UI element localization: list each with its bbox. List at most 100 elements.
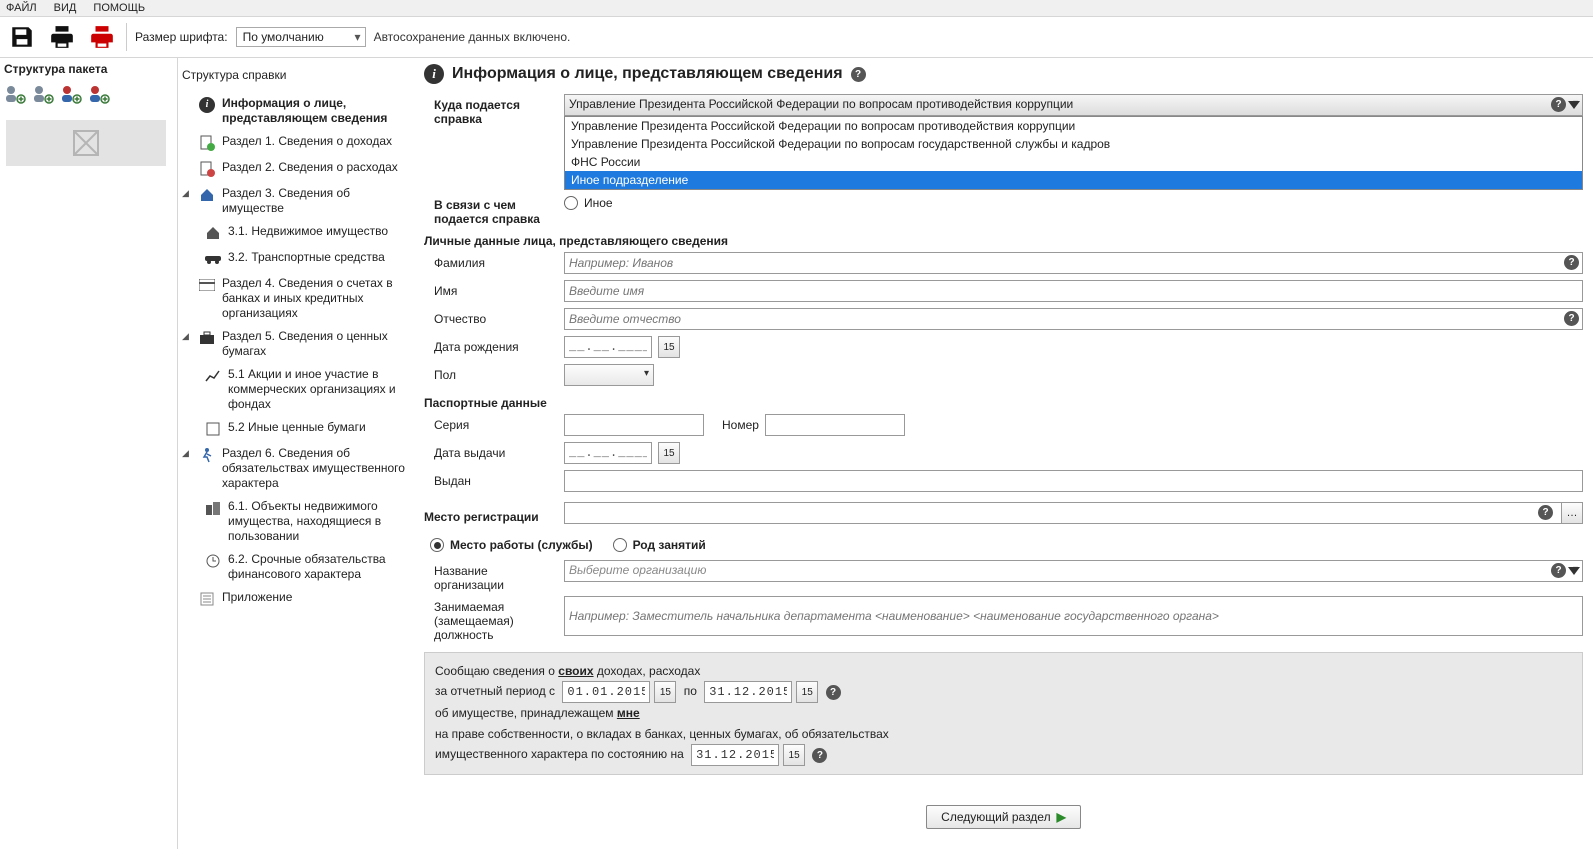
ellipsis-button[interactable]: …	[1561, 502, 1583, 524]
issue-date-label: Дата выдачи	[424, 442, 564, 460]
tree-section-3[interactable]: ◢ Раздел 3. Сведения об имуществе	[180, 182, 412, 220]
tree-section-1[interactable]: Раздел 1. Сведения о доходах	[180, 130, 412, 156]
print-color-icon[interactable]	[86, 21, 118, 53]
issued-by-input[interactable]	[564, 470, 1583, 492]
where-combo[interactable]: Управление Президента Российской Федерац…	[564, 94, 1583, 116]
where-option[interactable]: Иное подразделение	[565, 171, 1582, 189]
help-icon[interactable]: ?	[1551, 563, 1566, 578]
row-issue-date: Дата выдачи 15	[424, 442, 1583, 466]
person-icon[interactable]	[32, 84, 54, 104]
menubar: ФАЙЛ ВИД ПОМОЩЬ	[0, 0, 1593, 17]
tree-section-3-2[interactable]: 3.2. Транспортные средства	[202, 246, 412, 272]
gender-label: Пол	[424, 364, 564, 382]
main-form: i Информация о лице, представляющем свед…	[418, 58, 1593, 849]
tree-section-3-1[interactable]: 3.1. Недвижимое имущество	[202, 220, 412, 246]
tree-label: Раздел 4. Сведения о счетах в банках и и…	[222, 276, 410, 321]
tree-section-6[interactable]: ◢ Раздел 6. Сведения об обязательствах и…	[180, 442, 412, 495]
menu-file[interactable]: ФАЙЛ	[6, 2, 37, 14]
tree-section-5-2[interactable]: 5.2 Иные ценные бумаги	[202, 416, 412, 442]
help-icon[interactable]: ?	[1564, 311, 1579, 326]
birthdate-input[interactable]	[564, 336, 652, 358]
tree-section-5[interactable]: ◢ Раздел 5. Сведения о ценных бумагах	[180, 325, 412, 363]
where-option[interactable]: Управление Президента Российской Федерац…	[565, 117, 1582, 135]
tree-section-6-2[interactable]: 6.2. Срочные обязательства финансового х…	[202, 548, 412, 586]
scroll-icon	[204, 420, 222, 438]
asof-date-input[interactable]	[691, 744, 779, 766]
issue-date-input[interactable]	[564, 442, 652, 464]
calendar-icon[interactable]: 15	[654, 681, 676, 703]
doc-minus-icon	[198, 160, 216, 178]
person-icon[interactable]	[4, 84, 26, 104]
form-tree-header: Структура справки	[180, 64, 412, 92]
tree-info[interactable]: i Информация о лице, представляющем свед…	[180, 92, 412, 130]
tree-appendix[interactable]: Приложение	[180, 586, 412, 612]
menu-view[interactable]: ВИД	[54, 2, 77, 14]
tree-label: Информация о лице, представляющем сведен…	[222, 96, 410, 126]
where-option[interactable]: ФНС России	[565, 153, 1582, 171]
next-section-button[interactable]: Следующий раздел ▶	[926, 805, 1081, 829]
reason-other-radio[interactable]: Иное	[564, 194, 613, 212]
help-icon[interactable]: ?	[1538, 505, 1553, 520]
radio-icon	[430, 538, 444, 552]
menu-help[interactable]: ПОМОЩЬ	[93, 2, 145, 14]
work-type-radios: Место работы (службы) Род занятий	[424, 532, 1583, 560]
passport-header: Паспортные данные	[424, 396, 1583, 410]
help-icon[interactable]: ?	[1564, 255, 1579, 270]
chart-icon	[204, 367, 222, 385]
tree-label: Раздел 2. Сведения о расходах	[222, 160, 398, 175]
page-title-row: i Информация о лице, представляющем свед…	[424, 64, 1583, 84]
collapse-icon[interactable]: ◢	[182, 186, 192, 199]
calendar-icon[interactable]: 15	[796, 681, 818, 703]
calendar-icon[interactable]: 15	[658, 442, 680, 464]
firstname-label: Имя	[424, 280, 564, 298]
print-icon[interactable]	[46, 21, 78, 53]
calendar-icon[interactable]: 15	[783, 744, 805, 766]
row-series: Серия Номер	[424, 414, 1583, 438]
number-input[interactable]	[765, 414, 905, 436]
period-to-input[interactable]	[704, 681, 792, 703]
help-icon[interactable]: ?	[812, 748, 827, 763]
person-red-icon[interactable]	[60, 84, 82, 104]
position-input[interactable]	[564, 596, 1583, 636]
row-where: Куда подается справка Управление Президе…	[424, 94, 1583, 126]
work-radio[interactable]: Место работы (службы)	[430, 536, 593, 554]
packet-structure-header: Структура пакета	[0, 58, 177, 80]
person-red-icon[interactable]	[88, 84, 110, 104]
where-option[interactable]: Управление Президента Российской Федерац…	[565, 135, 1582, 153]
help-icon[interactable]: ?	[851, 67, 866, 82]
collapse-icon[interactable]: ◢	[182, 446, 192, 459]
save-icon[interactable]	[6, 21, 38, 53]
reg-label: Место регистрации	[424, 506, 564, 524]
middlename-input[interactable]	[564, 308, 1583, 330]
help-icon[interactable]: ?	[1551, 97, 1566, 112]
help-icon[interactable]: ?	[826, 685, 841, 700]
tree-section-2[interactable]: Раздел 2. Сведения о расходах	[180, 156, 412, 182]
row-reg: Место регистрации ? …	[424, 498, 1583, 528]
packet-people-toolbar	[0, 80, 177, 114]
chevron-down-icon[interactable]	[1568, 101, 1580, 109]
firstname-input[interactable]	[564, 280, 1583, 302]
org-combo[interactable]: Выберите организацию ?	[564, 560, 1583, 582]
row-org: Название организации Выберите организаци…	[424, 560, 1583, 592]
tree-section-5-1[interactable]: 5.1 Акции и иное участие в коммерческих …	[202, 363, 412, 416]
tree-label: 3.1. Недвижимое имущество	[228, 224, 388, 239]
chevron-down-icon[interactable]	[1568, 567, 1580, 575]
car-icon	[204, 250, 222, 268]
packet-thumbnail[interactable]	[6, 120, 166, 166]
tree-section-6-1[interactable]: 6.1. Объекты недвижимого имущества, нахо…	[202, 495, 412, 548]
tree-label: Раздел 1. Сведения о доходах	[222, 134, 392, 149]
reg-input[interactable]	[564, 502, 1583, 524]
period-from-input[interactable]	[562, 681, 650, 703]
gender-combo[interactable]	[564, 364, 654, 386]
occupation-radio[interactable]: Род занятий	[613, 536, 706, 554]
buildings-icon	[204, 499, 222, 517]
tree-label: Приложение	[222, 590, 292, 605]
calendar-icon[interactable]: 15	[658, 336, 680, 358]
font-size-select[interactable]: По умолчанию	[236, 27, 366, 47]
tree-section-4[interactable]: Раздел 4. Сведения о счетах в банках и и…	[180, 272, 412, 325]
series-input[interactable]	[564, 414, 704, 436]
packet-structure-panel: Структура пакета	[0, 58, 178, 849]
lastname-input[interactable]	[564, 252, 1583, 274]
collapse-icon[interactable]: ◢	[182, 329, 192, 342]
font-size-label: Размер шрифта:	[135, 30, 228, 44]
